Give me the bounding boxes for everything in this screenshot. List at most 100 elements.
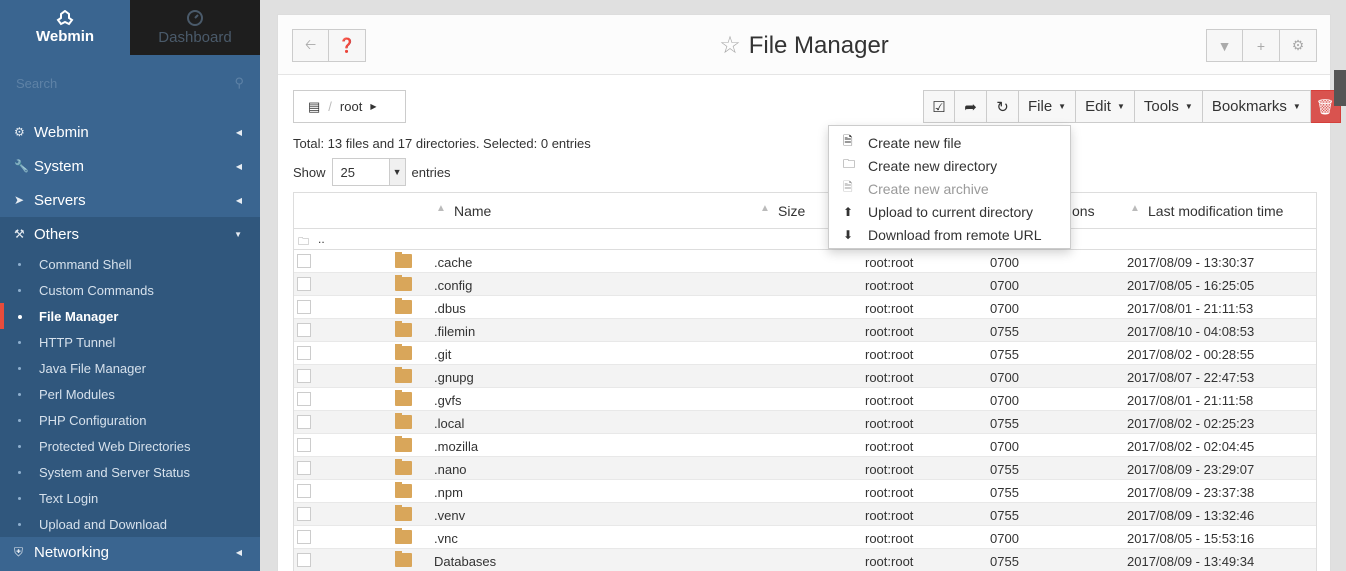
folder-icon (395, 367, 412, 383)
table-row[interactable]: .cache root:root 0700 2017/08/09 - 13:30:37 (294, 250, 1316, 273)
webmin-brand-label: Webmin (35, 28, 95, 45)
dashboard-label: Dashboard (158, 29, 232, 46)
sidebar-subitem-protected-web-directories[interactable]: Protected Web Directories (0, 433, 260, 459)
refresh-button[interactable]: ↻ (987, 90, 1019, 123)
sidebar-item-system[interactable]: 🔧 System ◀ (0, 149, 260, 183)
sidebar-item-others[interactable]: ⚒ Others ▼ (0, 217, 260, 251)
file-name[interactable]: .local (434, 416, 464, 431)
file-name[interactable]: .gvfs (434, 393, 461, 408)
file-name[interactable]: .venv (434, 508, 465, 523)
search-input[interactable] (16, 75, 216, 91)
row-checkbox[interactable] (297, 369, 311, 383)
search-icon[interactable]: ⚲ (234, 75, 244, 91)
sort-icon[interactable]: ▲ (760, 203, 770, 214)
menu-item-create-directory[interactable]: 🗀 Create new directory (829, 154, 1070, 177)
file-name[interactable]: .filemin (434, 324, 475, 339)
row-checkbox[interactable] (297, 300, 311, 314)
table-row[interactable]: .filemin root:root 0755 2017/08/10 - 04:08:… (294, 319, 1316, 342)
star-icon[interactable]: ☆ (719, 32, 741, 59)
sidebar-subitem-http-tunnel[interactable]: HTTP Tunnel (0, 329, 260, 355)
table-row[interactable]: .config root:root 0700 2017/08/05 - 16:25:0… (294, 273, 1316, 296)
table-row[interactable]: Databases root:root 0755 2017/08/09 - 13:49… (294, 549, 1316, 571)
table-row[interactable]: .venv root:root 0755 2017/08/09 - 13:32:46 (294, 503, 1316, 526)
file-name[interactable]: .git (434, 347, 451, 362)
dashboard-tab[interactable]: Dashboard (130, 0, 260, 55)
row-checkbox[interactable] (297, 415, 311, 429)
sidebar-subitem-php-configuration[interactable]: PHP Configuration (0, 407, 260, 433)
file-name[interactable]: .nano (434, 462, 467, 477)
chevron-down-icon: ▼ (388, 159, 405, 185)
file-name[interactable]: .config (434, 278, 472, 293)
menu-item-download-url[interactable]: ⬇ Download from remote URL (829, 223, 1070, 246)
sidebar-subitem-file-manager[interactable]: File Manager (0, 303, 260, 329)
column-permissions[interactable]: ons (1072, 203, 1095, 219)
row-checkbox[interactable] (297, 553, 311, 567)
bookmarks-menu-button[interactable]: Bookmarks ▼ (1202, 90, 1311, 123)
row-checkbox[interactable] (297, 254, 311, 268)
hdd-icon[interactable]: ▤ (308, 99, 320, 115)
sidebar-subitem-command-shell[interactable]: Command Shell (0, 251, 260, 277)
settings-button[interactable]: ⚙ (1280, 29, 1317, 62)
wrench-icon: 🔧 (14, 159, 29, 173)
sidebar-subitem-custom-commands[interactable]: Custom Commands (0, 277, 260, 303)
file-permissions: 0755 (990, 485, 1019, 500)
row-checkbox[interactable] (297, 461, 311, 475)
file-name[interactable]: .dbus (434, 301, 466, 316)
chevron-left-icon: ◀ (235, 547, 242, 557)
file-modified: 2017/08/09 - 13:49:34 (1127, 554, 1255, 569)
table-row[interactable]: .git root:root 0755 2017/08/02 - 00:28:55 (294, 342, 1316, 365)
parent-directory-row[interactable]: 🗀 .. (294, 229, 1316, 250)
breadcrumb-root[interactable]: root (340, 99, 362, 114)
sidebar-subitem-text-login[interactable]: Text Login (0, 485, 260, 511)
sidebar-item-webmin[interactable]: ⚙ Webmin ◀ (0, 115, 260, 149)
sidebar-subitem-system-server-status[interactable]: System and Server Status (0, 459, 260, 485)
sidebar-item-servers[interactable]: ➤ Servers ◀ (0, 183, 260, 217)
filter-button[interactable]: ▼ (1206, 29, 1243, 62)
file-menu-label: File (1028, 98, 1053, 115)
sidebar-item-networking[interactable]: ⛨ Networking ◀ (0, 537, 260, 567)
row-checkbox[interactable] (297, 530, 311, 544)
file-menu-button[interactable]: File ▼ (1019, 90, 1077, 123)
sort-icon[interactable]: ▲ (1130, 203, 1140, 214)
entries-select[interactable]: 25 ▼ (331, 158, 406, 186)
row-checkbox[interactable] (297, 277, 311, 291)
tools-menu-button[interactable]: Tools ▼ (1134, 90, 1203, 123)
table-row[interactable]: .dbus root:root 0700 2017/08/01 - 21:11:53 (294, 296, 1316, 319)
row-checkbox[interactable] (297, 346, 311, 360)
table-row[interactable]: .gvfs root:root 0700 2017/08/01 - 21:11:58 (294, 388, 1316, 411)
column-modified[interactable]: Last modification time (1148, 203, 1283, 219)
row-checkbox[interactable] (297, 438, 311, 452)
file-name[interactable]: .cache (434, 255, 472, 270)
menu-item-upload[interactable]: ⬆ Upload to current directory (829, 200, 1070, 223)
table-row[interactable]: .local root:root 0755 2017/08/02 - 02:25:23 (294, 411, 1316, 434)
sort-icon[interactable]: ▲ (436, 203, 446, 214)
webmin-brand-tab[interactable]: Webmin (0, 0, 130, 55)
sidebar-subitem-upload-download[interactable]: Upload and Download (0, 511, 260, 537)
table-row[interactable]: .gnupg root:root 0700 2017/08/07 - 22:47:53 (294, 365, 1316, 388)
entries-label: entries (411, 164, 451, 180)
column-size[interactable]: Size (778, 203, 805, 219)
table-row[interactable]: .npm root:root 0755 2017/08/09 - 23:37:38 (294, 480, 1316, 503)
file-name[interactable]: .vnc (434, 531, 458, 546)
table-row[interactable]: .nano root:root 0755 2017/08/09 - 23:29:07 (294, 457, 1316, 480)
select-all-button[interactable]: ☑ (923, 90, 955, 123)
menu-item-label: Create new file (868, 134, 962, 151)
sidebar-subitem-perl-modules[interactable]: Perl Modules (0, 381, 260, 407)
edit-menu-button[interactable]: Edit ▼ (1076, 90, 1135, 123)
add-button[interactable]: + (1243, 29, 1280, 62)
table-row[interactable]: .mozilla root:root 0700 2017/08/02 - 02:04:… (294, 434, 1316, 457)
share-button[interactable]: ➦ (955, 90, 987, 123)
column-name[interactable]: Name (454, 203, 491, 219)
row-checkbox[interactable] (297, 507, 311, 521)
file-name[interactable]: .npm (434, 485, 463, 500)
menu-item-create-file[interactable]: 🗎 Create new file (829, 131, 1070, 154)
caret-down-icon: ▼ (1292, 102, 1301, 111)
row-checkbox[interactable] (297, 484, 311, 498)
sidebar-subitem-java-file-manager[interactable]: Java File Manager (0, 355, 260, 381)
file-name[interactable]: Databases (434, 554, 496, 569)
table-row[interactable]: .vnc root:root 0700 2017/08/05 - 15:53:16 (294, 526, 1316, 549)
row-checkbox[interactable] (297, 392, 311, 406)
file-name[interactable]: .gnupg (434, 370, 474, 385)
file-name[interactable]: .mozilla (434, 439, 478, 454)
row-checkbox[interactable] (297, 323, 311, 337)
